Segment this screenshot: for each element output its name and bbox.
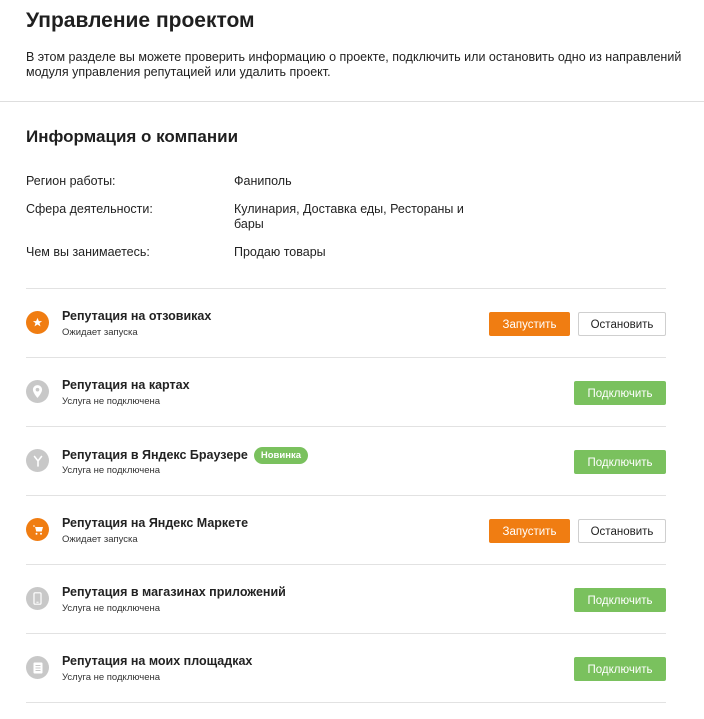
service-status: Ожидает запуска [62,327,138,338]
service-title: Репутация на картах [62,378,190,392]
info-value-region: Фаниполь [234,174,292,188]
start-button[interactable]: Запустить [489,312,570,336]
star-icon [26,311,49,334]
service-row-yandex-browser: Репутация в Яндекс Браузере Новинка Услуг… [26,427,666,495]
service-title: Репутация в Яндекс Браузере [62,448,248,462]
smartphone-icon [26,587,49,610]
service-status: Услуга не подключена [62,465,161,476]
page-description: В этом разделе вы можете проверить инфор… [26,50,682,79]
connect-button[interactable]: Подключить [574,450,666,474]
page-title: Управление проектом [26,9,255,32]
service-row-my-platforms: Репутация на моих площадках Услуга не по… [26,634,666,702]
stop-button[interactable]: Остановить [578,312,666,336]
service-status: Услуга не подключена [62,672,161,683]
shopping-cart-icon [26,518,49,541]
yandex-browser-icon [26,449,49,472]
connect-button[interactable]: Подключить [574,588,666,612]
service-title: Репутация на отзовиках [62,309,212,323]
info-label-region: Регион работы: [26,174,116,188]
service-title: Репутация на Яндекс Маркете [62,516,249,530]
info-label-sphere: Сфера деятельности: [26,202,153,216]
header-divider [0,101,704,102]
info-value-activity: Продаю товары [234,245,326,259]
service-title: Репутация на моих площадках [62,654,253,668]
services-list: Репутация на отзовиках Ожидает запуска З… [26,288,666,703]
service-title: Репутация в магазинах приложений [62,585,286,599]
connect-button[interactable]: Подключить [574,381,666,405]
map-pin-icon [26,380,49,403]
info-label-activity: Чем вы занимаетесь: [26,245,150,259]
info-value-sphere: Кулинария, Доставка еды, Рестораны и бар… [234,202,464,231]
start-button[interactable]: Запустить [489,519,570,543]
stop-button[interactable]: Остановить [578,519,666,543]
company-info-title: Информация о компании [26,127,239,146]
service-row-reviews: Репутация на отзовиках Ожидает запуска З… [26,289,666,357]
service-status: Услуга не подключена [62,603,161,614]
service-status: Ожидает запуска [62,534,138,545]
new-badge: Новинка [253,447,309,464]
services-divider [26,702,666,703]
service-row-maps: Репутация на картах Услуга не подключена… [26,358,666,426]
service-status: Услуга не подключена [62,396,161,407]
service-row-yandex-market: Репутация на Яндекс Маркете Ожидает запу… [26,496,666,564]
service-row-app-stores: Репутация в магазинах приложений Услуга … [26,565,666,633]
connect-button[interactable]: Подключить [574,657,666,681]
document-icon [26,656,49,679]
